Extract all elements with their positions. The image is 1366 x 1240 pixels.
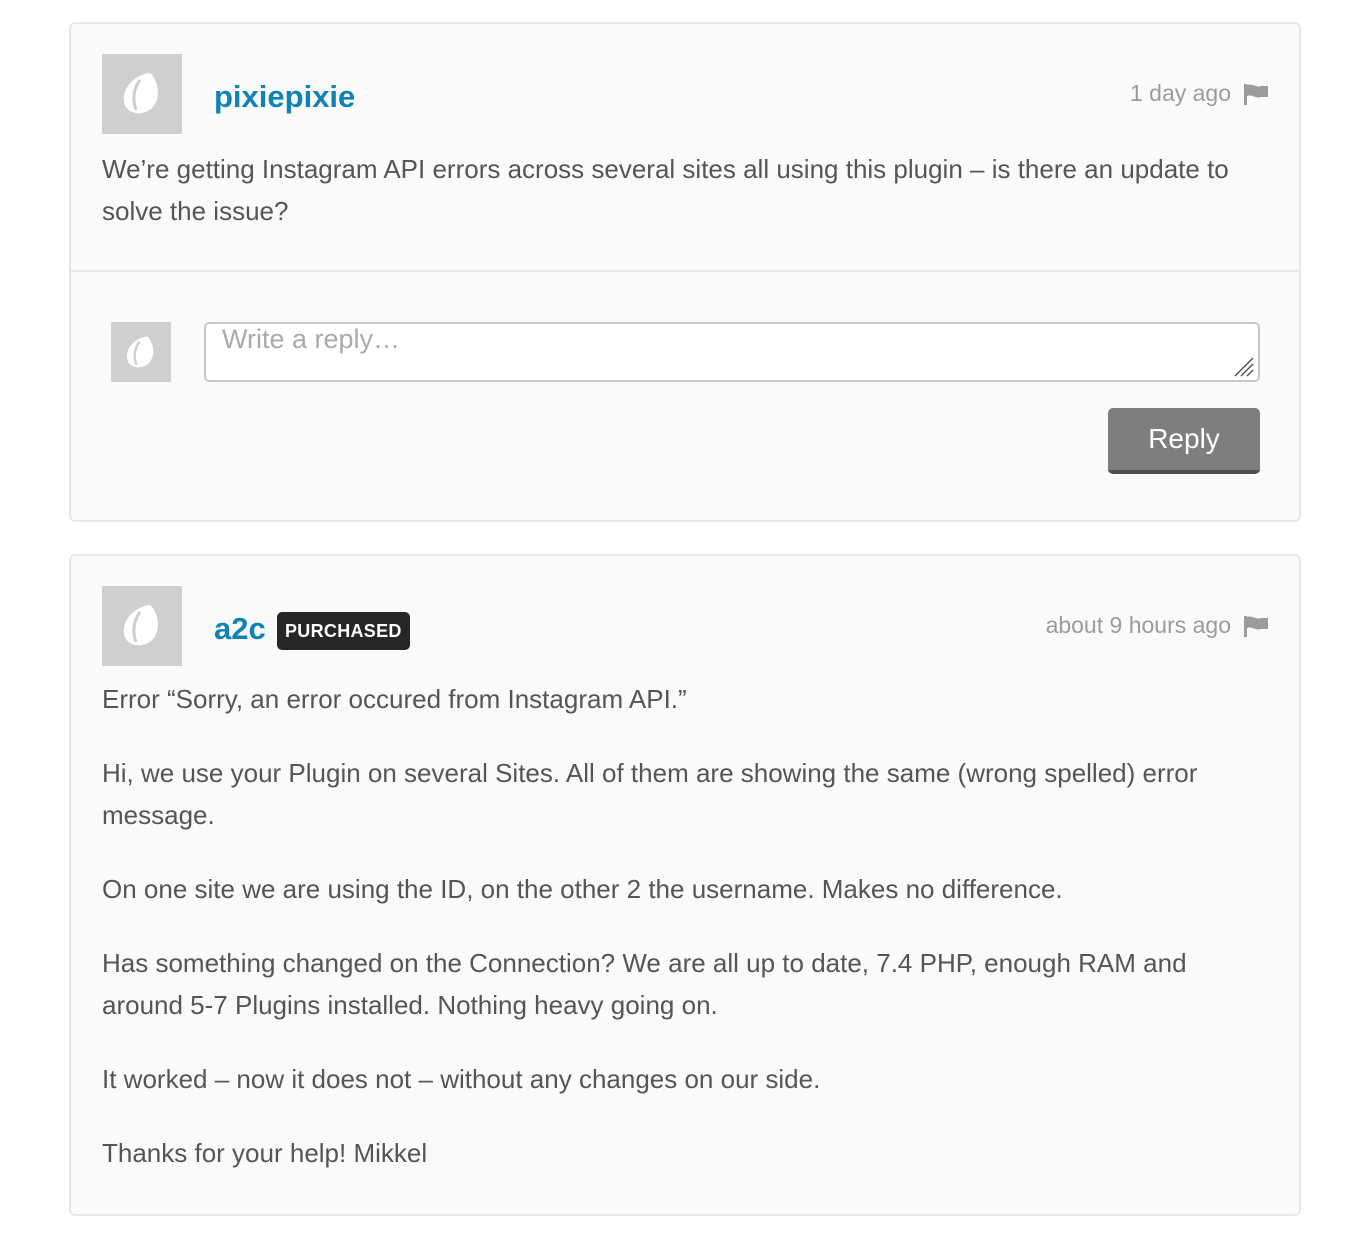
purchased-badge: PURCHASED: [277, 612, 410, 650]
divider: [71, 270, 1299, 272]
comment-meta: 1 day ago: [1130, 82, 1269, 105]
flag-icon[interactable]: [1243, 83, 1269, 105]
comment-author-link[interactable]: a2c: [214, 613, 266, 644]
leaf-icon: [126, 335, 154, 367]
comment-timestamp: about 9 hours ago: [1045, 612, 1231, 638]
comment-card: pixiepixie 1 day ago We’re getting Insta…: [69, 22, 1301, 522]
comment-body: We’re getting Instagram API errors acros…: [102, 148, 1252, 264]
avatar[interactable]: [102, 54, 182, 134]
leaf-icon: [123, 73, 158, 114]
comment-card: a2c PURCHASED about 9 hours ago Error “S…: [69, 554, 1301, 1216]
reply-input[interactable]: [204, 322, 1260, 382]
comment-meta: about 9 hours ago: [1046, 614, 1269, 637]
comment-paragraph: We’re getting Instagram API errors acros…: [102, 154, 1229, 226]
flag-icon[interactable]: [1243, 615, 1269, 637]
leaf-icon: [123, 605, 158, 646]
avatar[interactable]: [102, 586, 182, 666]
reply-avatar: [111, 322, 171, 382]
comment-paragraph: Error “Sorry, an error occured from Inst…: [102, 684, 687, 714]
comment-body: Error “Sorry, an error occured from Inst…: [102, 678, 1252, 1206]
comment-paragraph: Hi, we use your Plugin on several Sites.…: [102, 758, 1198, 830]
comment-paragraph: Has something changed on the Connection?…: [102, 948, 1187, 1020]
comment-paragraph: On one site we are using the ID, on the …: [102, 874, 1063, 904]
comment-timestamp: 1 day ago: [1129, 80, 1231, 106]
comment-author-link[interactable]: pixiepixie: [214, 81, 355, 112]
comment-paragraph: It worked – now it does not – without an…: [102, 1064, 821, 1094]
reply-button[interactable]: Reply: [1108, 408, 1260, 474]
comment-paragraph: Thanks for your help! Mikkel: [102, 1138, 428, 1168]
